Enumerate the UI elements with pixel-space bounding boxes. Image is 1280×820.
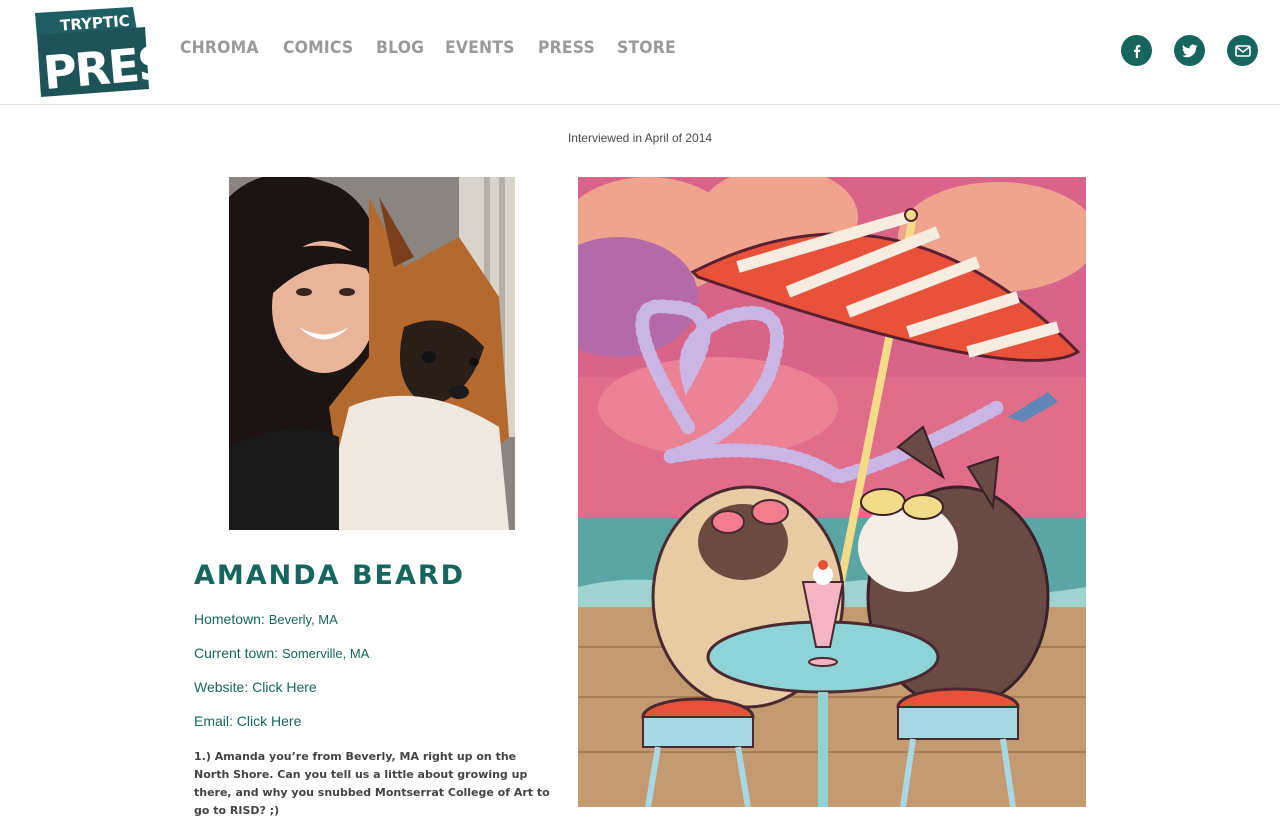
interview-question-1: 1.) Amanda you’re from Beverly, MA right…	[194, 750, 550, 817]
hometown-row: Hometown: Beverly, MA	[194, 611, 338, 627]
artist-photo	[229, 177, 515, 530]
nav-blog[interactable]: BLOG	[376, 38, 424, 58]
current-town-label: Current town:	[194, 645, 279, 661]
main-nav: CHROMA COMICS BLOG EVENTS PRESS STORE	[180, 38, 681, 58]
interview-date: Interviewed in April of 2014	[567, 131, 713, 145]
website-row: Website: Click Here	[194, 679, 317, 695]
nav-events[interactable]: EVENTS	[445, 38, 515, 58]
artist-artwork	[578, 177, 1086, 807]
website-label: Website:	[194, 679, 249, 695]
hometown-value: Beverly, MA	[268, 612, 338, 627]
hometown-label: Hometown:	[194, 611, 265, 627]
nav-store[interactable]: STORE	[617, 38, 676, 58]
tryptic-press-logo[interactable]: TRYPTIC PRESS	[33, 7, 200, 100]
nav-chroma[interactable]: CHROMA	[180, 38, 259, 58]
twitter-icon[interactable]	[1174, 35, 1205, 66]
artist-name: AMANDA BEARD	[194, 560, 466, 591]
current-town-value: Somerville, MA	[281, 646, 370, 661]
nav-comics[interactable]: COMICS	[283, 38, 353, 58]
facebook-icon[interactable]	[1121, 35, 1152, 66]
website-link[interactable]: Click Here	[252, 679, 317, 695]
email-row: Email: Click Here	[194, 713, 301, 729]
email-label: Email:	[194, 713, 233, 729]
current-town-row: Current town: Somerville, MA	[194, 645, 369, 661]
email-link[interactable]: Click Here	[237, 713, 302, 729]
site-header: TRYPTIC PRESS CHROMA COMICS BLOG EVENTS …	[0, 0, 1280, 105]
nav-press[interactable]: PRESS	[538, 38, 595, 58]
email-icon[interactable]	[1227, 35, 1258, 66]
